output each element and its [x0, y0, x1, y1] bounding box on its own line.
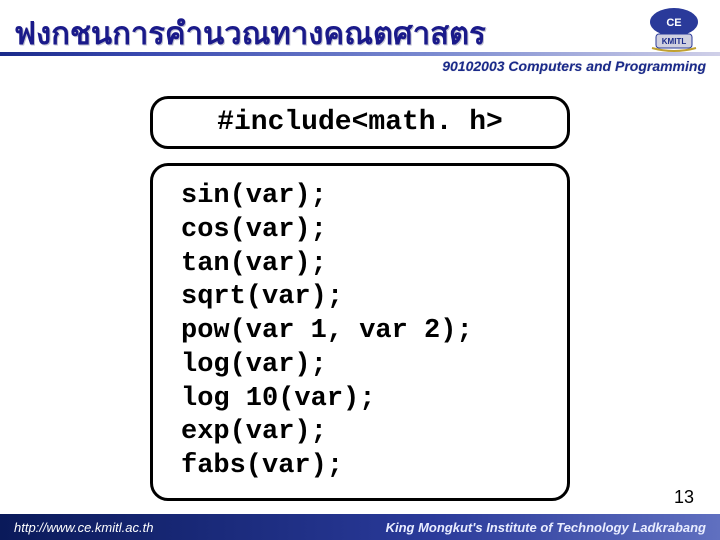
- functions-box: sin(var); cos(var); tan(var); sqrt(var);…: [150, 163, 570, 501]
- footer-institution: King Mongkut's Institute of Technology L…: [386, 520, 706, 535]
- footer-url: http://www.ce.kmitl.ac.th: [14, 520, 153, 535]
- slide-content: #include<math. h> sin(var); cos(var); ta…: [0, 96, 720, 515]
- include-box: #include<math. h>: [150, 96, 570, 149]
- slide-footer: http://www.ce.kmitl.ac.th King Mongkut's…: [0, 514, 720, 540]
- kmitl-logo: CE KMITL: [638, 4, 710, 56]
- header-divider: [0, 52, 720, 56]
- slide-title: ฟงกชนการคำนวณทางคณตศาสตร: [14, 8, 486, 58]
- function-list: sin(var); cos(var); tan(var); sqrt(var);…: [181, 180, 539, 484]
- logo-text-kmitl: KMITL: [662, 37, 687, 46]
- course-code: 90102003 Computers and Programming: [442, 58, 706, 74]
- page-number: 13: [674, 487, 694, 508]
- include-directive: #include<math. h>: [217, 107, 503, 138]
- slide-header: ฟงกชนการคำนวณทางคณตศาสตร CE KMITL 901020…: [0, 0, 720, 78]
- logo-text-ce: CE: [666, 17, 681, 29]
